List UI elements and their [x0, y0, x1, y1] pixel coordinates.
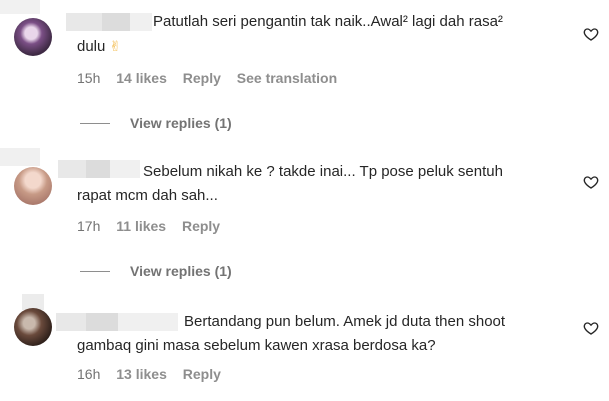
timestamp: 15h: [77, 70, 101, 86]
redaction-block: [0, 0, 40, 14]
comment-text-line: Sebelum nikah ke ? takde inai... Tp pose…: [143, 163, 503, 180]
view-replies-button[interactable]: View replies (1): [80, 115, 232, 131]
heart-icon[interactable]: [583, 174, 599, 190]
timestamp: 16h: [77, 366, 101, 382]
comment-text-line: Bertandang pun belum. Amek jd duta then …: [184, 313, 506, 330]
heart-icon[interactable]: [583, 26, 599, 42]
comment-text-line: gambaq gini masa sebelum kawen xrasa ber…: [77, 337, 436, 354]
see-translation-link[interactable]: See translation: [237, 70, 337, 86]
view-replies-label: View replies (1): [130, 115, 232, 131]
avatar[interactable]: [14, 167, 52, 205]
likes-count[interactable]: 11 likes: [116, 218, 166, 234]
comment-text-line: Patutlah seri pengantin tak naik..Awal² …: [153, 13, 503, 30]
avatar[interactable]: [14, 308, 52, 346]
timestamp: 17h: [77, 218, 101, 234]
comment-text-line: rapat mcm dah sah...: [77, 187, 218, 204]
likes-count[interactable]: 14 likes: [116, 70, 167, 86]
comment-text-end: dulu: [77, 38, 106, 55]
redaction-block: [0, 148, 40, 166]
reply-button[interactable]: Reply: [182, 218, 220, 234]
comment-text: Bertandang pun belum. Amek jd duta then …: [77, 310, 562, 358]
avatar[interactable]: [14, 18, 52, 56]
comment-text: Patutlah seri pengantin tak naik..Awal² …: [77, 10, 562, 59]
divider-line: [80, 122, 110, 124]
heart-icon[interactable]: [583, 320, 599, 336]
comment-meta: 16h 13 likes Reply: [77, 366, 233, 382]
view-replies-label: View replies (1): [130, 263, 232, 279]
comment-text-line: dulu ✌: [77, 34, 562, 59]
comment-meta: 17h 11 likes Reply: [77, 218, 232, 234]
comment-meta: 15h 14 likes Reply See translation: [77, 70, 349, 86]
victory-hand-emoji: ✌: [109, 38, 122, 54]
reply-button[interactable]: Reply: [183, 70, 221, 86]
reply-button[interactable]: Reply: [183, 366, 221, 382]
divider-line: [80, 270, 110, 272]
likes-count[interactable]: 13 likes: [116, 366, 167, 382]
comment-text: Sebelum nikah ke ? takde inai... Tp pose…: [77, 160, 562, 208]
view-replies-button[interactable]: View replies (1): [80, 263, 232, 279]
